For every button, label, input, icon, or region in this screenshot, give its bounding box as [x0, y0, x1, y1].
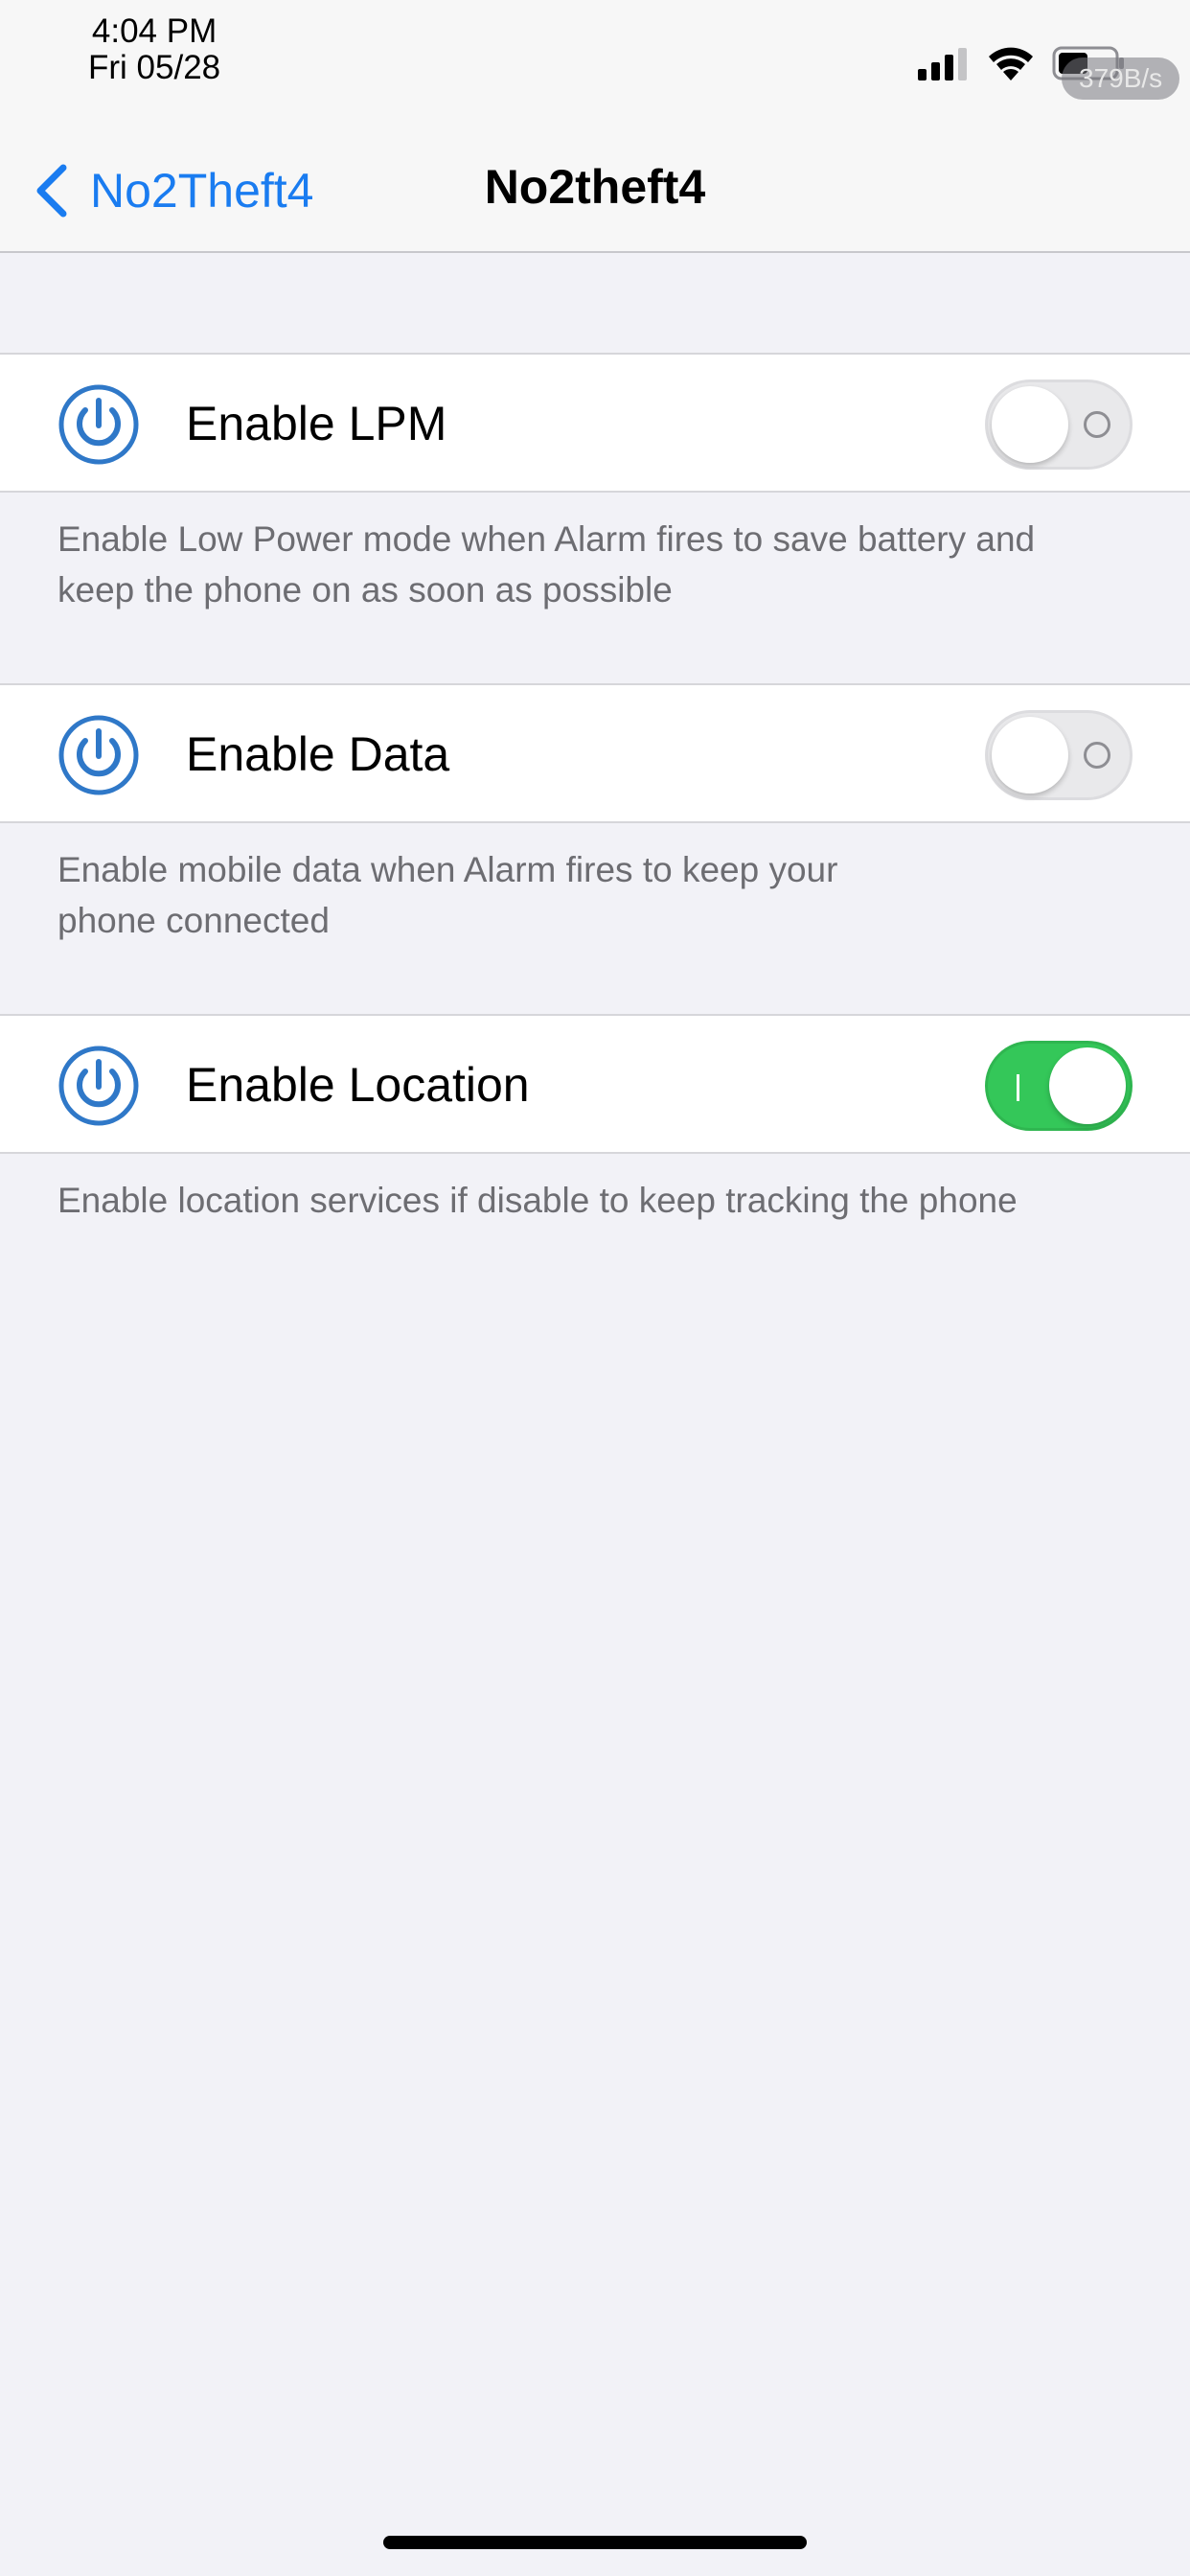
settings-screen: 4:04 PM Fri 05/28 379B/s No2Theft4 No2th…	[0, 0, 1190, 2576]
setting-row-data: Enable Data	[0, 683, 1190, 823]
settings-group-lpm: Enable LPM Enable Low Power mode when Al…	[0, 353, 1190, 615]
setting-row-location: Enable Location	[0, 1014, 1190, 1154]
setting-footer-location: Enable location services if disable to k…	[0, 1154, 1190, 1226]
navigation-bar: No2Theft4 No2theft4	[0, 115, 1190, 253]
setting-label-data: Enable Data	[186, 727, 450, 781]
status-clock: 4:04 PM Fri 05/28	[88, 13, 220, 86]
toggle-knob	[992, 717, 1068, 794]
toggle-knob	[992, 386, 1068, 463]
setting-footer-data: Enable mobile data when Alarm fires to k…	[0, 823, 1190, 946]
setting-row-lpm: Enable LPM	[0, 353, 1190, 493]
setting-label-lpm: Enable LPM	[186, 397, 447, 450]
settings-group-data: Enable Data Enable mobile data when Alar…	[0, 683, 1190, 946]
power-icon	[58, 715, 139, 795]
status-time: 4:04 PM	[91, 12, 217, 50]
footer-line: Enable location services if disable to k…	[57, 1181, 1018, 1220]
power-icon	[58, 384, 139, 465]
toggle-on-indicator	[1017, 1074, 1019, 1101]
footer-line: keep the phone on as soon as possible	[57, 570, 673, 610]
footer-line: phone connected	[57, 901, 330, 940]
setting-label-location: Enable Location	[186, 1058, 530, 1112]
lpm-toggle[interactable]	[985, 380, 1133, 470]
home-indicator[interactable]	[383, 2536, 807, 2549]
network-speed-badge: 379B/s	[1062, 58, 1180, 100]
status-bar: 4:04 PM Fri 05/28 379B/s	[0, 0, 1190, 115]
wifi-icon	[989, 47, 1033, 80]
toggle-off-indicator	[1084, 411, 1110, 438]
setting-footer-lpm: Enable Low Power mode when Alarm fires t…	[0, 493, 1190, 615]
status-date: Fri 05/28	[88, 49, 221, 86]
toggle-knob	[1049, 1047, 1126, 1124]
footer-line: Enable Low Power mode when Alarm fires t…	[57, 519, 1036, 559]
data-toggle[interactable]	[985, 710, 1133, 800]
location-toggle[interactable]	[985, 1041, 1133, 1131]
toggle-off-indicator	[1084, 742, 1110, 769]
cellular-signal-icon	[918, 48, 967, 80]
settings-group-location: Enable Location Enable location services…	[0, 1014, 1190, 1226]
power-icon	[58, 1046, 139, 1126]
page-title: No2theft4	[484, 160, 706, 214]
footer-line: Enable mobile data when Alarm fires to k…	[57, 850, 838, 889]
